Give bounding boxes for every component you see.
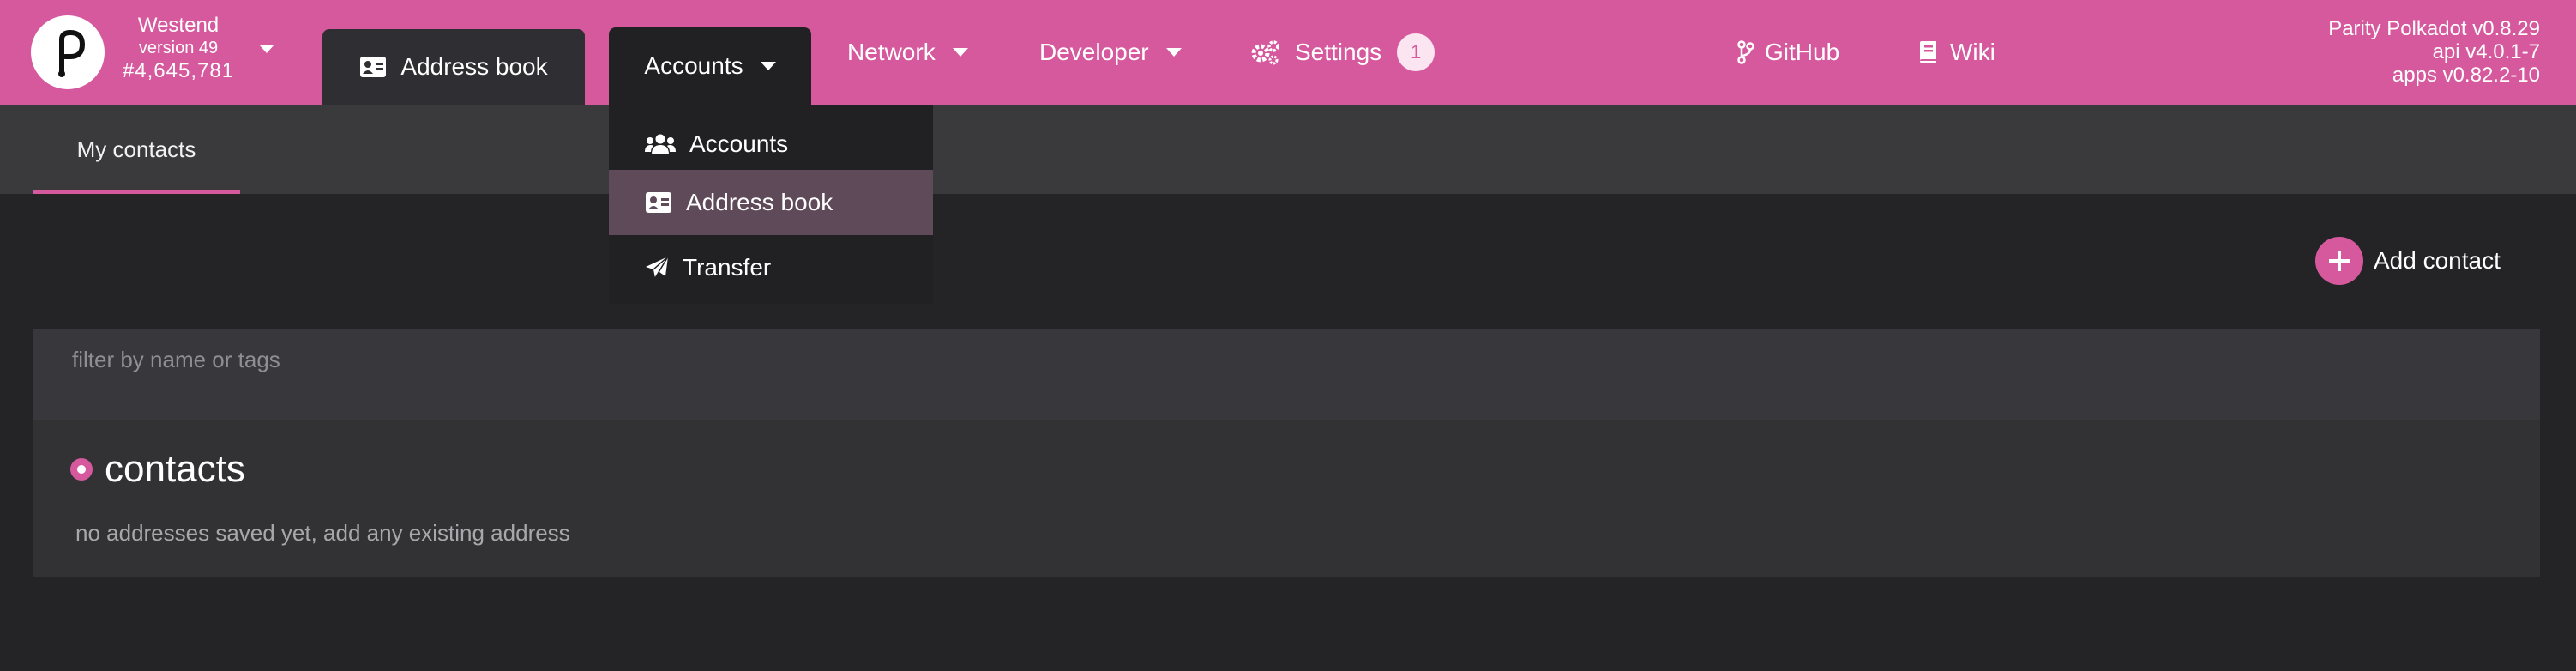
chevron-down-icon bbox=[1165, 48, 1182, 57]
contacts-title: contacts bbox=[105, 448, 245, 490]
chevron-down-icon bbox=[952, 48, 968, 57]
api-version: api v4.0.1-7 bbox=[2432, 40, 2540, 63]
filter-input[interactable]: filter by name or tags bbox=[33, 329, 2540, 420]
link-wiki-label: Wiki bbox=[1950, 39, 1995, 65]
address-card-icon bbox=[359, 56, 387, 78]
tab-developer-label: Developer bbox=[1039, 39, 1149, 65]
tab-settings-label: Settings bbox=[1295, 39, 1382, 65]
active-tab-indicator bbox=[33, 190, 240, 194]
menu-item-transfer-label: Transfer bbox=[683, 254, 772, 281]
version-info: Parity Polkadot v0.8.29 api v4.0.1-7 app… bbox=[2328, 17, 2540, 87]
apps-version: apps v0.82.2-10 bbox=[2392, 63, 2540, 87]
tab-accounts[interactable]: Accounts bbox=[609, 27, 811, 105]
tab-address-book[interactable]: Address book bbox=[322, 29, 585, 105]
tab-network-label: Network bbox=[847, 39, 936, 65]
section-dot-icon bbox=[70, 458, 93, 481]
polkadot-logo-icon[interactable] bbox=[31, 15, 105, 89]
tab-address-book-label: Address book bbox=[400, 53, 548, 80]
block-number: #4,645,781 bbox=[122, 59, 235, 82]
chain-selector[interactable]: Westend version 49 #4,645,781 bbox=[110, 14, 247, 84]
settings-badge: 1 bbox=[1397, 33, 1435, 71]
book-icon bbox=[1917, 40, 1938, 64]
empty-state-message: no addresses saved yet, add any existing… bbox=[75, 520, 570, 546]
link-github-label: GitHub bbox=[1765, 39, 1840, 65]
link-github[interactable]: GitHub bbox=[1737, 0, 1839, 105]
menu-item-accounts-label: Accounts bbox=[689, 130, 789, 157]
top-bar: Westend version 49 #4,645,781 Address bo… bbox=[0, 0, 2576, 105]
filter-placeholder: filter by name or tags bbox=[72, 347, 280, 372]
node-version: Parity Polkadot v0.8.29 bbox=[2328, 17, 2540, 40]
menu-item-address-book-label: Address book bbox=[686, 189, 834, 215]
menu-item-accounts[interactable]: Accounts bbox=[609, 112, 933, 177]
tab-settings[interactable]: Settings 1 bbox=[1250, 0, 1435, 105]
chevron-down-icon bbox=[760, 62, 776, 70]
add-contact-label: Add contact bbox=[2374, 247, 2501, 274]
app-root: Westend version 49 #4,645,781 Address bo… bbox=[0, 0, 2576, 671]
tab-accounts-label: Accounts bbox=[644, 52, 743, 79]
link-wiki[interactable]: Wiki bbox=[1917, 0, 1995, 105]
tab-my-contacts[interactable]: My contacts bbox=[33, 105, 240, 194]
contacts-heading: contacts bbox=[70, 448, 245, 491]
chain-version: version 49 bbox=[138, 39, 219, 57]
sub-header: My contacts bbox=[0, 105, 2576, 194]
tab-network[interactable]: Network bbox=[847, 0, 968, 105]
menu-item-transfer[interactable]: Transfer bbox=[609, 235, 933, 300]
gears-icon bbox=[1250, 39, 1281, 65]
paper-plane-icon bbox=[645, 256, 669, 280]
add-contact-button[interactable]: Add contact bbox=[2315, 237, 2501, 285]
plus-icon bbox=[2315, 237, 2363, 285]
chain-name: Westend bbox=[137, 14, 220, 37]
menu-item-address-book[interactable]: Address book bbox=[609, 170, 933, 235]
contacts-section: contacts no addresses saved yet, add any… bbox=[33, 420, 2540, 577]
accounts-dropdown-menu: Accounts Address book Transfer bbox=[609, 105, 933, 304]
users-icon bbox=[645, 133, 676, 155]
address-card-icon bbox=[645, 191, 672, 214]
tab-my-contacts-label: My contacts bbox=[76, 136, 196, 162]
tab-developer[interactable]: Developer bbox=[1039, 0, 1182, 105]
code-branch-icon bbox=[1737, 40, 1754, 64]
chevron-down-icon[interactable] bbox=[259, 45, 274, 53]
